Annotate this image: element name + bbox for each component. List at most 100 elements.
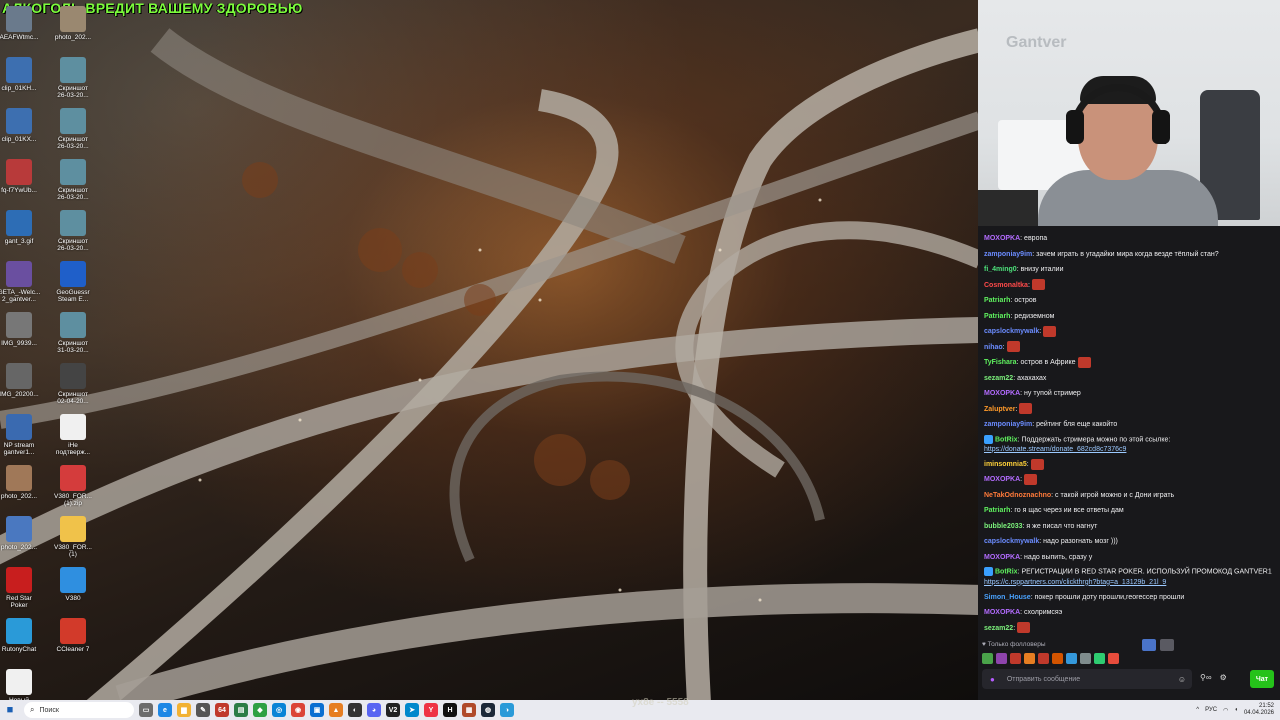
edge-icon[interactable]: e	[158, 703, 172, 717]
desktop-icon[interactable]: photo_202...	[0, 465, 42, 500]
chat-username[interactable]: Zaluptver	[984, 406, 1016, 413]
obs-icon[interactable]: ◐	[348, 703, 362, 717]
desktop-icon[interactable]: GeoGuessr Steam E...	[50, 261, 96, 303]
chat-link[interactable]: https://c.rsppartners.com/clickthrgh?bta…	[984, 579, 1166, 586]
desktop[interactable]: АЛКОГОЛЬ ВРЕДИТ ВАШЕМУ ЗДОРОВЬЮ AEAFWtmc…	[0, 0, 978, 700]
chat-username[interactable]: MOXOPKA	[984, 235, 1020, 242]
steam-icon[interactable]: ◍	[481, 703, 495, 717]
desktop-icon[interactable]: V380_FOR... (1)	[50, 516, 96, 558]
desktop-icon[interactable]: gant_3.gif	[0, 210, 42, 245]
chat-username[interactable]: zamponiay9im	[984, 251, 1032, 258]
discord-icon[interactable]: ◕	[367, 703, 381, 717]
desktop-icon[interactable]: IMG_20200...	[0, 363, 42, 398]
chat-username[interactable]: sezam22	[984, 375, 1013, 382]
settings-gear-icon[interactable]: ⚙	[1220, 673, 1227, 682]
desktop-icon[interactable]: Red Star Poker	[0, 567, 42, 609]
chat-username[interactable]: BotRix	[995, 569, 1018, 576]
app-icon[interactable]: ▲	[329, 703, 343, 717]
send-chat-button[interactable]: Чат	[1250, 670, 1274, 688]
emote-icon[interactable]	[1038, 652, 1049, 664]
chat-username[interactable]: NeTakOdnoznachno	[984, 492, 1051, 499]
desktop-icon[interactable]: V380_FOR... (1).zip	[50, 465, 96, 507]
microphone-icon[interactable]: ●	[990, 675, 995, 684]
emote-icon[interactable]	[996, 652, 1007, 664]
volume-icon[interactable]: ◖	[1234, 707, 1238, 713]
desktop-icon[interactable]: Новый текстовый...	[0, 669, 42, 700]
emote-icon[interactable]	[1080, 652, 1091, 664]
desktop-icon[interactable]: photo_202...	[50, 6, 96, 41]
h-app-icon[interactable]: H	[443, 703, 457, 717]
desktop-icon[interactable]: IMG_9939...	[0, 312, 42, 347]
chat-username[interactable]: MOXOPKA	[984, 554, 1020, 561]
app-icon[interactable]: ▣	[310, 703, 324, 717]
emote-icon[interactable]	[982, 652, 993, 664]
desktop-icon[interactable]: Скриншот 31-03-20...	[50, 312, 96, 354]
chat-username[interactable]: bubble2033	[984, 523, 1023, 530]
wifi-icon[interactable]: ◠	[1223, 707, 1228, 714]
chat-username[interactable]: fi_4ming0	[984, 266, 1017, 273]
sound-icon[interactable]	[1160, 639, 1174, 651]
emote-icon[interactable]	[1052, 652, 1063, 664]
desktop-icon[interactable]: photo_202...	[0, 516, 42, 551]
emote-icon[interactable]	[1066, 652, 1077, 664]
emote-icon[interactable]	[1024, 652, 1035, 664]
telegram-icon[interactable]: ➤	[405, 703, 419, 717]
pen-icon[interactable]: ✎	[196, 703, 210, 717]
chat-username[interactable]: Cosmonaltka	[984, 282, 1028, 289]
desktop-icon[interactable]: RutonyChat	[0, 618, 42, 653]
chat-username[interactable]: Patriarh	[984, 297, 1010, 304]
browser-icon[interactable]: ◎	[272, 703, 286, 717]
emoji-icon[interactable]: ☺	[1178, 675, 1186, 684]
desktop-icon[interactable]: fq-f7YwUb...	[0, 159, 42, 194]
file-explorer-icon[interactable]: ▆	[177, 703, 191, 717]
desktop-icon[interactable]: CCleaner 7	[50, 618, 96, 653]
rutonychat-taskbar-icon[interactable]: ◑	[500, 703, 514, 717]
chat-username[interactable]: Patriarh	[984, 507, 1010, 514]
game-icon[interactable]: ◆	[253, 703, 267, 717]
chat-username[interactable]: MOXOPKA	[984, 609, 1020, 616]
chat-username[interactable]: sezam22	[984, 625, 1013, 632]
taskbar-search[interactable]: ⌕ Поиск	[24, 702, 134, 718]
chat-input[interactable]: ● Отправить сообщение ☺	[982, 669, 1192, 689]
windows-start-icon[interactable]: ■	[0, 700, 20, 720]
chat-message-list[interactable]: MOXOPKA: европа zamponiay9im: зачем играт…	[978, 228, 1280, 634]
desktop-icon[interactable]: AEAFWtmc...	[0, 6, 42, 41]
desktop-icon[interactable]: Скриншот 26-03-20...	[50, 159, 96, 201]
chat-username[interactable]: nihao	[984, 344, 1003, 351]
emote-icon[interactable]	[1108, 652, 1119, 664]
chat-username[interactable]: Simon_House	[984, 594, 1031, 601]
desktop-icon[interactable]: clip_01KH...	[0, 57, 42, 92]
chat-username[interactable]: Patriarh	[984, 313, 1010, 320]
chat-username[interactable]: MOXOPKA	[984, 390, 1020, 397]
desktop-icon[interactable]: iHe подтверж...	[50, 414, 96, 456]
translate-icon[interactable]	[1142, 639, 1156, 651]
desktop-icon[interactable]: clip_01KX...	[0, 108, 42, 143]
desktop-icon[interactable]: V380	[50, 567, 96, 602]
chat-username[interactable]: capslockmywalk	[984, 328, 1039, 335]
emote-icon[interactable]	[1094, 652, 1105, 664]
desktop-icon[interactable]: Скриншот 26-03-20...	[50, 57, 96, 99]
language-indicator[interactable]: РУС	[1205, 707, 1217, 713]
taskview-icon[interactable]: ▭	[139, 703, 153, 717]
desktop-icon[interactable]: NP stream gantver1...	[0, 414, 42, 456]
emote-icon[interactable]	[1010, 652, 1021, 664]
points-icon[interactable]: ⚲∞	[1200, 673, 1212, 682]
chat-link[interactable]: https://donate.stream/donate_682cd8c7376…	[984, 446, 1126, 453]
chat-username[interactable]: TyFishara	[984, 359, 1017, 366]
chat-username[interactable]: MOXOPKA	[984, 476, 1020, 483]
v2-icon[interactable]: V2	[386, 703, 400, 717]
chat-username[interactable]: iminsomnia5	[984, 461, 1027, 468]
app-icon[interactable]: ▤	[234, 703, 248, 717]
app-64-icon[interactable]: 64	[215, 703, 229, 717]
chrome-icon[interactable]: ◉	[291, 703, 305, 717]
clock[interactable]: 21:52 04.04.2026	[1244, 703, 1274, 717]
desktop-icon[interactable]: GETA_-Welc... 2_gantver...	[0, 261, 42, 303]
chat-username[interactable]: BotRix	[995, 436, 1018, 443]
app-icon[interactable]: ▦	[462, 703, 476, 717]
desktop-icon[interactable]: Скриншот 02-04-20...	[50, 363, 96, 405]
chat-username[interactable]: zamponiay9im	[984, 421, 1032, 428]
yandex-icon[interactable]: Y	[424, 703, 438, 717]
desktop-icon[interactable]: Скриншот 26-03-20...	[50, 108, 96, 150]
desktop-icon[interactable]: Скриншот 26-03-20...	[50, 210, 96, 252]
chat-username[interactable]: capslockmywalk	[984, 538, 1039, 545]
